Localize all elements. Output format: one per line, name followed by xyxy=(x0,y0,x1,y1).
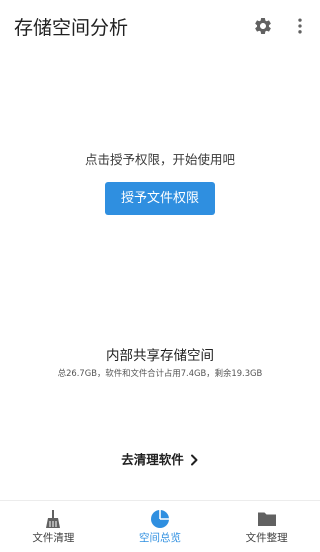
bottom-navigation: 文件清理 空间总览 文件整理 xyxy=(0,500,320,552)
go-clean-apps-label: 去清理软件 xyxy=(121,452,184,467)
settings-button[interactable] xyxy=(249,14,277,42)
pie-chart-icon xyxy=(150,509,170,529)
nav-item-space-overview[interactable]: 空间总览 xyxy=(107,501,214,552)
more-vert-icon xyxy=(290,16,310,40)
chevron-right-icon xyxy=(190,454,199,466)
storage-title: 内部共享存储空间 xyxy=(106,348,214,364)
permission-prompt: 点击授予权限，开始使用吧 xyxy=(84,152,235,167)
broom-icon xyxy=(43,509,63,529)
go-clean-apps-link[interactable]: 去清理软件 xyxy=(0,451,320,469)
grant-permission-button[interactable]: 授予文件权限 xyxy=(105,182,215,215)
gear-icon xyxy=(253,16,273,40)
nav-label: 空间总览 xyxy=(139,532,181,544)
app-bar: 存储空间分析 xyxy=(0,0,320,56)
nav-item-file-clean[interactable]: 文件清理 xyxy=(0,501,107,552)
storage-detail: 总26.7GB，软件和文件合计占用7.4GB，剩余19.3GB xyxy=(57,368,263,378)
folder-icon xyxy=(257,509,277,529)
nav-label: 文件清理 xyxy=(32,532,75,544)
nav-label: 文件整理 xyxy=(245,532,288,544)
more-options-button[interactable] xyxy=(286,14,314,42)
nav-item-file-organize[interactable]: 文件整理 xyxy=(213,501,320,552)
page-title: 存储空间分析 xyxy=(14,17,129,39)
